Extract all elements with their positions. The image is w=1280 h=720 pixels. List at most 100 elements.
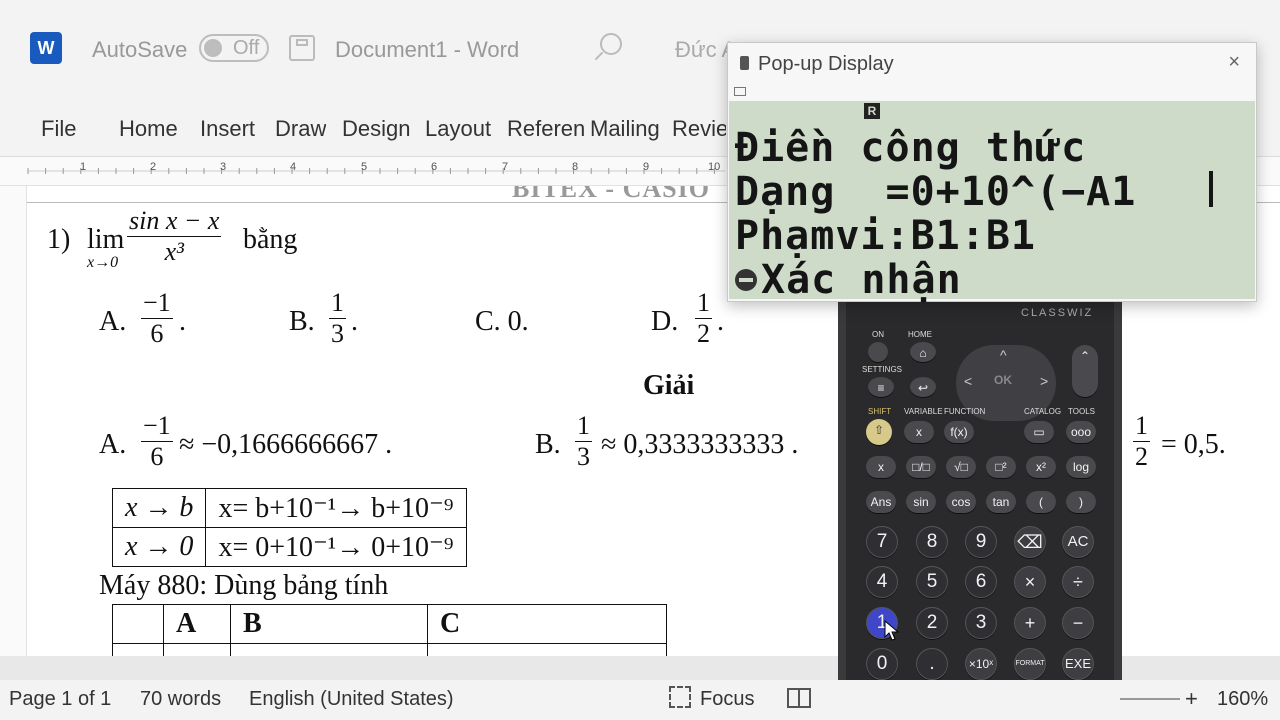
function-button[interactable]: f(x) [944, 421, 974, 443]
limit-table: x → b x= b+10⁻¹→ b+10⁻⁹ x → 0 x= 0+10⁻¹→… [111, 488, 467, 567]
sqrt-button[interactable]: √□ [946, 456, 976, 478]
tab-home[interactable]: Home [119, 116, 178, 142]
solution-b-fraction: 1 3 [575, 411, 592, 472]
key-label-shift: SHIFT [868, 407, 892, 416]
save-icon[interactable] [289, 35, 315, 61]
toggle-knob [204, 39, 222, 57]
key-label-variable: VARIABLE [904, 407, 943, 416]
plus-button[interactable]: + [1014, 607, 1046, 639]
variable-icon: x [916, 425, 922, 439]
fraction-button[interactable]: □/□ [906, 456, 936, 478]
fraction-denominator: x³ [127, 236, 222, 267]
tools-button[interactable]: ooo [1066, 421, 1096, 443]
key-label-home: HOME [908, 330, 932, 339]
ruler-num: 5 [361, 161, 368, 173]
zoom-slider[interactable] [1120, 698, 1180, 700]
zoom-in-button[interactable]: + [1185, 686, 1198, 712]
solution-d-fraction: 1 2 [1133, 411, 1150, 472]
key-6[interactable]: 6 [965, 566, 997, 598]
ac-button[interactable]: AC [1062, 526, 1094, 558]
popup-display-window[interactable]: Pop-up Display × R Điền công thức Dạng =… [727, 42, 1257, 303]
tan-button[interactable]: tan [986, 491, 1016, 513]
table-row: x → 0 x= 0+10⁻¹→ 0+10⁻⁹ [111, 527, 467, 567]
scroll-button[interactable]: ⌃ [1072, 345, 1098, 397]
sin-button[interactable]: sin [906, 491, 936, 513]
word-count[interactable]: 70 words [140, 688, 221, 711]
open-paren-button[interactable]: ( [1026, 491, 1056, 513]
key-9[interactable]: 9 [965, 526, 997, 558]
key-label-tools: TOOLS [1068, 407, 1095, 416]
key-label-on: ON [872, 330, 884, 339]
ruler-num: 9 [643, 161, 650, 173]
power-button[interactable]: □² [986, 456, 1016, 478]
variable-button[interactable]: x [904, 421, 934, 443]
vertical-ruler[interactable] [0, 186, 27, 656]
home-button[interactable]: ⌂ [910, 342, 936, 362]
page-count[interactable]: Page 1 of 1 [9, 688, 111, 711]
key-5[interactable]: 5 [916, 566, 948, 598]
key-8[interactable]: 8 [916, 526, 948, 558]
fraction-denominator: 2 [1133, 441, 1150, 471]
key-0[interactable]: 0 [866, 648, 898, 680]
tab-design[interactable]: Design [342, 116, 420, 142]
x-button[interactable]: x [866, 456, 896, 478]
zoom-level[interactable]: 160% [1217, 688, 1268, 711]
answer-a-label: A. [99, 306, 127, 337]
search-icon[interactable] [600, 33, 622, 55]
tab-layout[interactable]: Layout [425, 116, 503, 142]
exe-button[interactable]: EXE [1062, 648, 1094, 680]
mouse-cursor-icon [884, 620, 900, 641]
focus-button[interactable]: Focus [700, 688, 754, 711]
divide-button[interactable]: ÷ [1062, 566, 1094, 598]
popup-close-button[interactable]: × [1228, 51, 1240, 74]
table-cell [163, 643, 231, 656]
fraction-numerator: −1 [143, 411, 171, 440]
key-4[interactable]: 4 [866, 566, 898, 598]
multiply-button[interactable]: × [1014, 566, 1046, 598]
log-button[interactable]: log [1066, 456, 1096, 478]
key-3[interactable]: 3 [965, 607, 997, 639]
key-7[interactable]: 7 [866, 526, 898, 558]
ans-button[interactable]: Ans [866, 491, 896, 513]
ok-button[interactable]: OK [994, 373, 1012, 387]
tab-draw[interactable]: Draw [275, 116, 326, 142]
solution-b-label: B. [535, 429, 561, 460]
delete-button[interactable]: ⌫ [1014, 526, 1046, 558]
fraction-numerator: sin x − x [129, 206, 220, 235]
question-number: 1) [47, 224, 71, 255]
tab-references[interactable]: Referen [507, 116, 585, 142]
back-icon: ↩ [917, 381, 929, 395]
shift-button[interactable]: ⇧ [866, 419, 892, 445]
table-row: A B C [112, 604, 667, 644]
exp10-button[interactable]: ×10ˣ [965, 648, 997, 680]
fraction-denominator: 3 [575, 441, 592, 471]
tab-mailings[interactable]: Mailing [590, 116, 668, 142]
catalog-button[interactable]: ▭ [1024, 421, 1054, 443]
word-logo-icon: W [30, 32, 62, 64]
limit-fraction: sin x − x x³ [127, 206, 222, 267]
home-icon: ⌂ [919, 346, 927, 360]
minus-button[interactable]: − [1062, 607, 1094, 639]
camera-icon[interactable] [734, 87, 746, 96]
table-cell [427, 643, 667, 656]
cos-button[interactable]: cos [946, 491, 976, 513]
settings-button[interactable]: ≡ [868, 377, 894, 397]
close-paren-button[interactable]: ) [1066, 491, 1096, 513]
tab-review[interactable]: Revie [672, 116, 726, 142]
table-cell: x → b [111, 488, 207, 528]
format-button[interactable]: FORMAT [1014, 648, 1046, 680]
lcd-line-1: Điền công thức [735, 125, 1087, 171]
decimal-button[interactable]: . [916, 648, 948, 680]
focus-icon[interactable] [669, 686, 691, 708]
autosave-toggle[interactable]: Off [199, 34, 269, 62]
tab-insert[interactable]: Insert [200, 116, 255, 142]
read-mode-icon[interactable] [787, 688, 811, 708]
square-button[interactable]: x² [1026, 456, 1056, 478]
key-label-settings: SETTINGS [862, 365, 903, 374]
key-2[interactable]: 2 [916, 607, 948, 639]
on-button[interactable] [868, 342, 888, 362]
tab-file[interactable]: File [41, 116, 76, 142]
fraction-denominator: 3 [329, 318, 346, 348]
back-button[interactable]: ↩ [910, 377, 936, 397]
language-indicator[interactable]: English (United States) [249, 688, 454, 711]
